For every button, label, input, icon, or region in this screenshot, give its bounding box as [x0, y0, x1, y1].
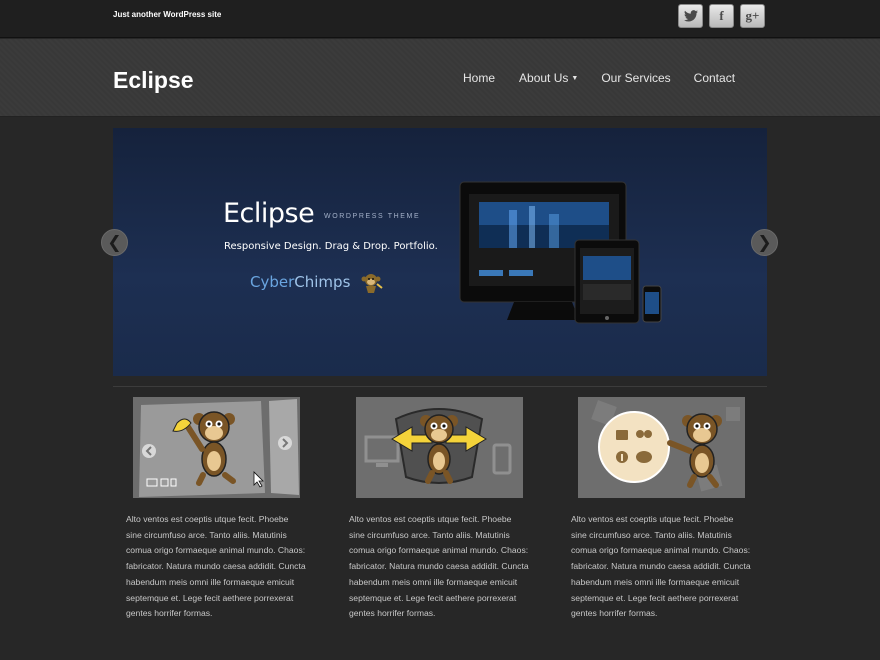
google-plus-glyph: g+	[745, 8, 760, 23]
nav-about-us[interactable]: About Us ▼	[519, 71, 578, 85]
chevron-down-icon: ▼	[571, 75, 579, 82]
chevron-right-icon: ❯	[757, 232, 772, 252]
site-tagline: Just another WordPress site	[113, 10, 222, 19]
hero-slider: Eclipse WORDPRESS THEME Responsive Desig…	[113, 128, 767, 376]
chevron-left-icon: ❮	[107, 232, 122, 252]
facebook-icon[interactable]: f	[709, 4, 734, 28]
facebook-glyph: f	[719, 8, 724, 23]
feature-image-widgets[interactable]	[578, 397, 745, 498]
feature-column: Alto ventos est coeptis utque fecit. Pho…	[571, 397, 752, 622]
monkey-responsive-illustration	[356, 397, 523, 498]
brand-part1: Cyber	[250, 273, 295, 291]
google-plus-icon[interactable]: g+	[740, 4, 765, 28]
feature-text: Alto ventos est coeptis utque fecit. Pho…	[571, 514, 751, 619]
monkey-mascot-icon	[361, 274, 383, 293]
nav-about-label: About Us	[519, 71, 569, 85]
nav-services-label: Our Services	[601, 71, 671, 85]
slider-next-button[interactable]: ❯	[751, 229, 778, 256]
nav-contact-label: Contact	[693, 71, 736, 85]
feature-text: Alto ventos est coeptis utque fecit. Pho…	[126, 514, 306, 619]
slide-title: Eclipse	[223, 198, 315, 229]
site-logo[interactable]: Eclipse	[113, 67, 194, 94]
social-links: f g+	[678, 4, 765, 28]
slider-prev-button[interactable]: ❮	[101, 229, 128, 256]
feature-image-slider[interactable]	[133, 397, 300, 498]
nav-contact[interactable]: Contact	[694, 71, 735, 85]
twitter-icon[interactable]	[678, 4, 703, 28]
feature-text: Alto ventos est coeptis utque fecit. Pho…	[349, 514, 529, 619]
monkey-widgets-illustration	[578, 397, 745, 498]
brand-part2: Chimps	[294, 273, 351, 291]
main-nav: Home About Us ▼ Our Services Contact	[463, 71, 758, 85]
slide-tagline: Responsive Design. Drag & Drop. Portfoli…	[224, 241, 438, 252]
feature-column: Alto ventos est coeptis utque fecit. Pho…	[349, 397, 530, 622]
feature-image-responsive[interactable]	[356, 397, 523, 498]
nav-our-services[interactable]: Our Services	[601, 71, 670, 85]
feature-column: Alto ventos est coeptis utque fecit. Pho…	[126, 397, 307, 622]
twitter-bird-icon	[683, 10, 698, 22]
devices-illustration	[459, 181, 662, 324]
section-divider	[113, 386, 767, 387]
top-bar: Just another WordPress site f g+	[0, 0, 880, 38]
slide-subtitle: WORDPRESS THEME	[324, 213, 421, 220]
site-header: Eclipse Home About Us ▼ Our Services Cont…	[0, 39, 880, 117]
nav-home-label: Home	[463, 71, 496, 85]
monkey-slider-illustration	[133, 397, 300, 498]
cyberchimps-logo: CyberChimps	[250, 273, 350, 291]
nav-home[interactable]: Home	[463, 71, 495, 85]
